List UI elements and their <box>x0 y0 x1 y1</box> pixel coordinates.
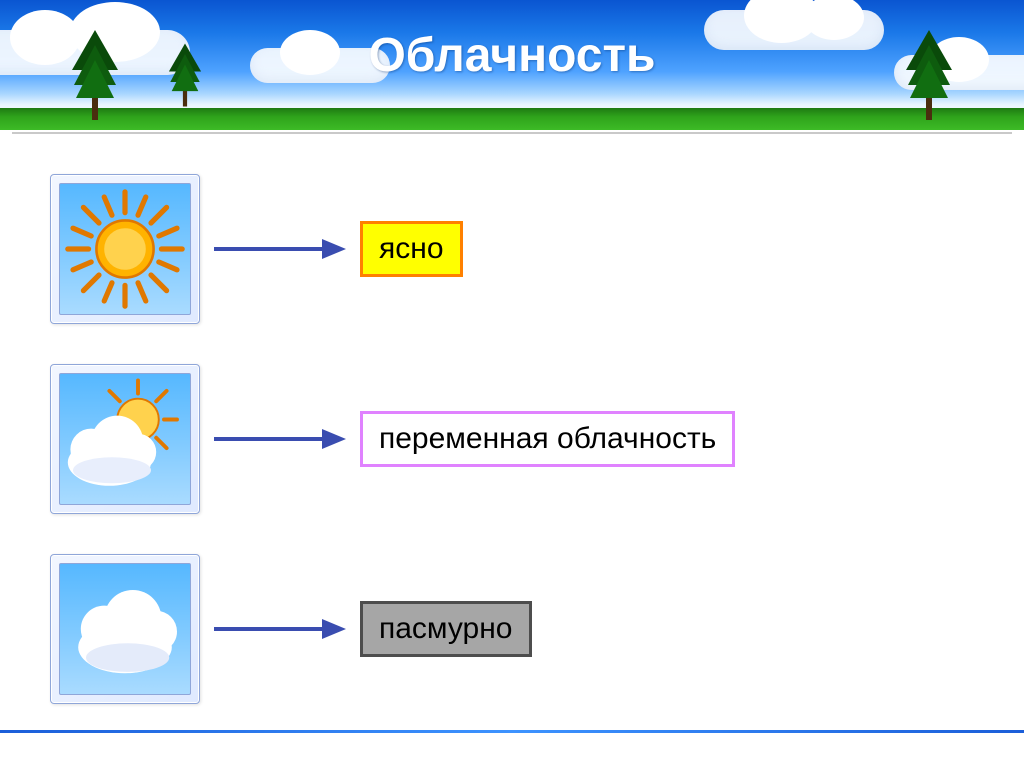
slide-header: Облачность <box>0 0 1024 130</box>
arrow-icon <box>200 614 360 644</box>
partly-cloudy-icon <box>59 373 191 505</box>
diagram-body: ясно <box>0 134 1024 724</box>
cloud-icon <box>59 563 191 695</box>
row-partly: переменная облачность <box>50 344 974 534</box>
arrow-icon <box>200 234 360 264</box>
arrow-icon <box>200 424 360 454</box>
label-overcast: пасмурно <box>360 601 532 657</box>
row-overcast: пасмурно <box>50 534 974 724</box>
icon-frame <box>50 364 200 514</box>
slide-title: Облачность <box>0 28 1024 83</box>
sun-icon <box>59 183 191 315</box>
label-clear: ясно <box>360 221 463 277</box>
footer-divider <box>0 730 1024 733</box>
icon-frame <box>50 554 200 704</box>
label-partly: переменная облачность <box>360 411 735 467</box>
row-clear: ясно <box>50 154 974 344</box>
ground-decoration <box>0 108 1024 130</box>
icon-frame <box>50 174 200 324</box>
